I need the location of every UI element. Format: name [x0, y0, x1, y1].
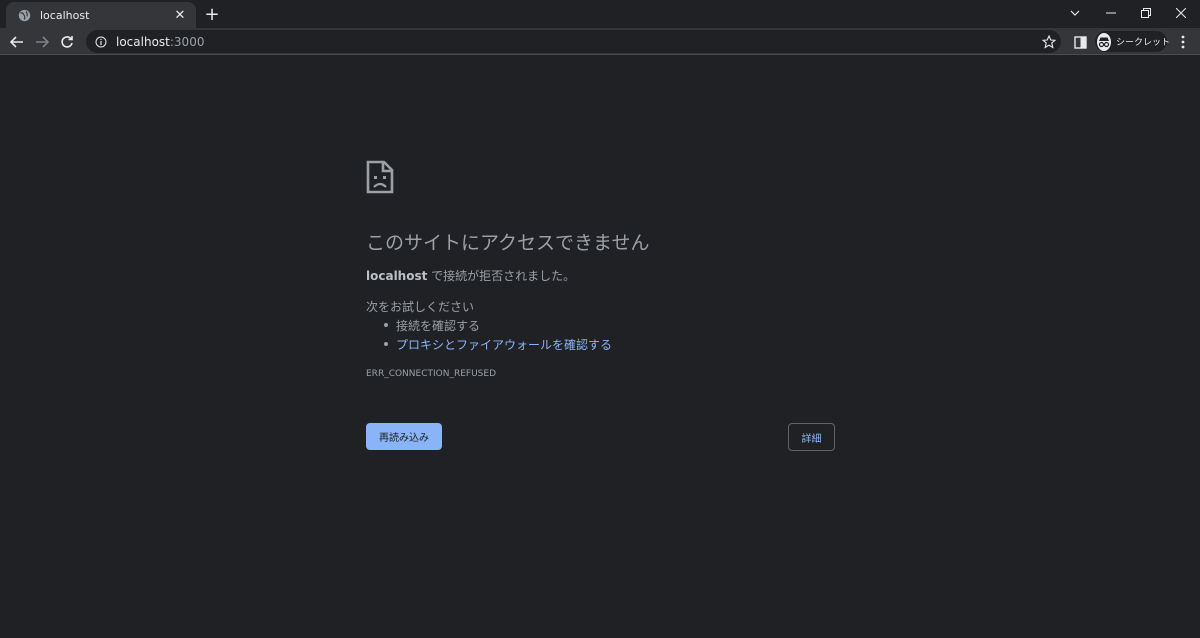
url-text[interactable]: localhost:3000: [116, 35, 204, 49]
reload-icon[interactable]: [56, 31, 78, 53]
incognito-icon: [1097, 32, 1111, 51]
details-button[interactable]: 詳細: [788, 423, 835, 451]
suggestion-check-connection: 接続を確認する: [383, 319, 481, 333]
suggestion-check-proxy-link[interactable]: プロキシとファイアウォールを確認する: [383, 336, 612, 353]
tab-search-button[interactable]: [1058, 0, 1092, 26]
address-bar[interactable]: localhost:3000: [86, 30, 1061, 53]
error-heading: このサイトにアクセスできません: [366, 232, 650, 254]
sad-page-icon: [366, 160, 394, 198]
globe-icon: [16, 7, 32, 23]
tab-strip: localhost ✕ +: [0, 0, 1200, 28]
error-host: localhost: [366, 269, 428, 283]
bookmark-star-icon[interactable]: [1038, 31, 1060, 53]
back-button[interactable]: [6, 31, 28, 53]
try-title: 次をお試しください: [366, 300, 475, 314]
error-page: このサイトにアクセスできません localhost で接続が拒否されました。 次…: [0, 56, 1200, 638]
tab-title: localhost: [40, 8, 90, 22]
url-port: :3000: [169, 34, 205, 49]
error-message-text: で接続が拒否されました。: [427, 269, 576, 283]
toolbar: localhost:3000 シークレット: [0, 28, 1200, 55]
url-host: localhost: [116, 34, 170, 49]
info-icon[interactable]: [94, 35, 108, 49]
side-panel-icon[interactable]: [1069, 31, 1091, 53]
incognito-profile-button[interactable]: シークレット: [1095, 31, 1171, 52]
error-message: localhost で接続が拒否されました。: [366, 267, 575, 284]
reload-button[interactable]: 再読み込み: [366, 423, 442, 450]
close-window-button[interactable]: [1164, 0, 1198, 26]
restore-button[interactable]: [1129, 0, 1163, 26]
menu-kebab-icon[interactable]: [1172, 31, 1194, 53]
tab-localhost[interactable]: localhost ✕: [6, 2, 196, 28]
error-code: ERR_CONNECTION_REFUSED: [366, 369, 496, 379]
minimize-button[interactable]: [1094, 0, 1128, 26]
forward-button[interactable]: [31, 31, 53, 53]
incognito-label: シークレット: [1116, 38, 1171, 48]
new-tab-button[interactable]: +: [202, 4, 222, 25]
close-tab-icon[interactable]: ✕: [172, 7, 188, 23]
